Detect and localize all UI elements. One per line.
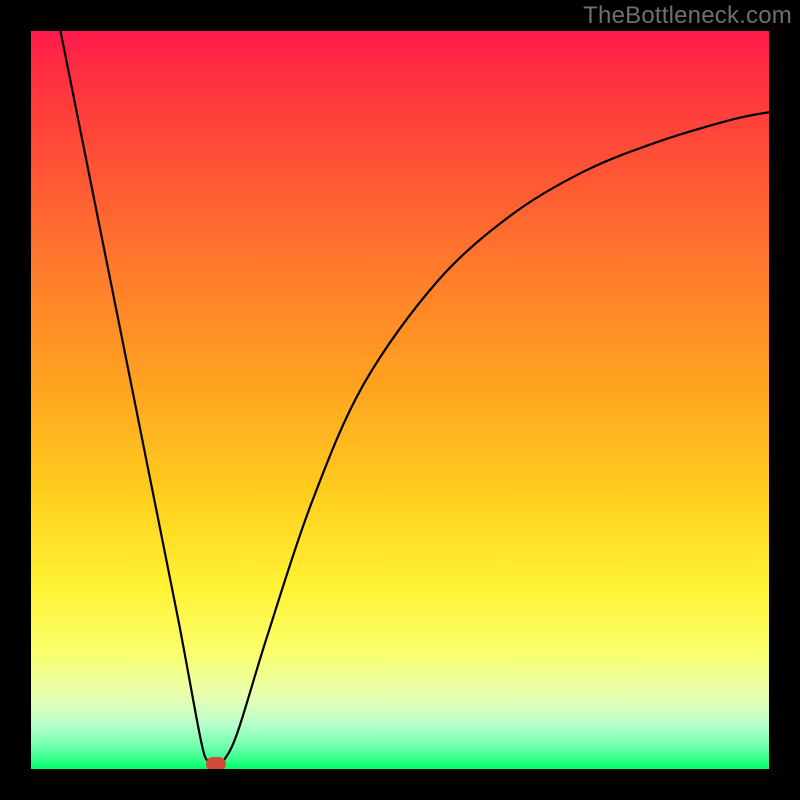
optimal-point-marker <box>206 757 226 769</box>
plot-area <box>31 31 769 769</box>
watermark-text: TheBottleneck.com <box>583 2 792 30</box>
bottleneck-curve <box>31 31 769 769</box>
chart-frame: TheBottleneck.com <box>0 0 800 800</box>
